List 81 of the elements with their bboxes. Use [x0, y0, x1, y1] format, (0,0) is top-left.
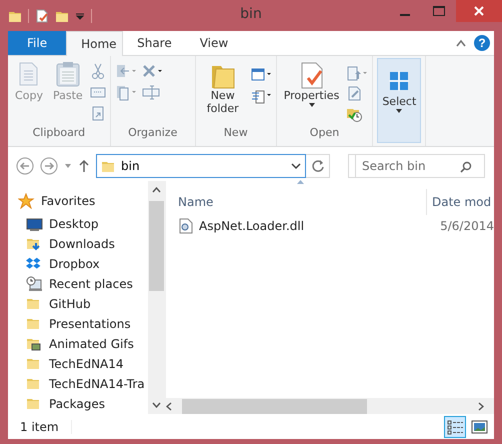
nav-item[interactable]: GitHub — [8, 294, 148, 314]
collapse-ribbon-icon[interactable] — [456, 39, 466, 47]
edit-icon — [346, 85, 362, 102]
group-label: Open — [310, 126, 340, 139]
ribbon-button[interactable]: Select — [377, 58, 422, 143]
close-button[interactable] — [456, 0, 502, 22]
nav-item[interactable]: Desktop — [8, 214, 148, 234]
delete-icon — [140, 62, 163, 80]
paste-shortcut-button[interactable] — [90, 104, 106, 122]
star-icon — [18, 193, 35, 209]
up-arrow-icon — [78, 159, 90, 173]
recent-places-icon — [26, 276, 43, 292]
move-to-button[interactable] — [114, 62, 137, 80]
ribbon-tab[interactable]: Share — [123, 31, 186, 55]
view-toggle-button[interactable] — [444, 416, 466, 438]
ribbon-tab[interactable]: View — [186, 31, 242, 55]
vertical-scrollbar[interactable] — [148, 181, 165, 414]
nav-item[interactable]: Downloads — [8, 234, 148, 254]
large-icons-view-icon — [470, 419, 488, 435]
search-field[interactable]: Search bin — [355, 154, 485, 178]
group-label: Organize — [128, 126, 178, 139]
ribbon-button[interactable]: Properties — [280, 59, 342, 123]
properties-icon[interactable] — [35, 8, 49, 22]
sort-ascending-icon — [296, 179, 305, 184]
refresh-button[interactable] — [306, 154, 330, 178]
ribbon-tab[interactable]: Home — [66, 31, 124, 56]
address-field[interactable]: bin — [96, 154, 306, 178]
forward-button[interactable] — [40, 157, 58, 175]
favorites-header[interactable]: Favorites — [8, 188, 148, 214]
minimize-icon — [400, 14, 410, 16]
file-row[interactable]: AspNet.Loader.dll 5/6/2014 — [166, 215, 494, 237]
customize-dropdown-icon[interactable] — [75, 10, 85, 20]
chevron-down-icon — [152, 402, 161, 408]
up-button[interactable] — [78, 159, 90, 173]
nav-item[interactable]: Packages — [8, 394, 148, 414]
folder-icon — [101, 159, 115, 173]
copy-to-icon — [114, 84, 137, 100]
nav-item[interactable]: Recent places — [8, 274, 148, 294]
scrollbar-thumb[interactable] — [149, 201, 164, 291]
ribbon-button[interactable]: New folder — [200, 59, 246, 123]
column-header[interactable]: Name — [166, 189, 426, 215]
dll-file-icon — [179, 218, 193, 234]
close-icon — [474, 6, 484, 16]
group-label: New — [224, 126, 248, 139]
nav-item[interactable]: TechEdNA14 — [8, 354, 148, 374]
file-menu-tab[interactable]: File — [8, 31, 66, 55]
nav-item[interactable]: TechEdNA14-Tra — [8, 374, 148, 394]
chevron-right-icon — [478, 402, 484, 410]
nav-item[interactable]: Animated Gifs — [8, 334, 148, 354]
search-icon — [460, 161, 472, 173]
dropdown-caret-icon — [64, 163, 72, 169]
chevron-up-icon — [152, 187, 161, 193]
back-button[interactable] — [16, 157, 34, 175]
nav-item[interactable]: Dropbox — [8, 254, 148, 274]
open-button[interactable] — [346, 65, 368, 82]
scrollbar-thumb[interactable] — [182, 398, 367, 414]
new-item-icon — [250, 66, 272, 82]
paste-shortcut-icon — [90, 104, 106, 122]
scissors-button[interactable] — [90, 62, 106, 80]
refresh-icon — [310, 159, 324, 173]
maximize-icon — [433, 6, 445, 16]
chevron-left-icon — [166, 402, 172, 410]
monitor-icon — [26, 216, 43, 232]
open-icon — [346, 65, 368, 82]
details-view-icon — [446, 419, 464, 435]
recent-locations-button[interactable] — [64, 163, 72, 169]
copy-to-button[interactable] — [114, 83, 137, 101]
item-count: 1 item — [20, 420, 72, 434]
window-title: bin — [240, 6, 262, 22]
file-name: AspNet.Loader.dll — [199, 219, 304, 233]
column-header[interactable]: Date mod — [426, 189, 494, 215]
chevron-down-icon — [291, 162, 301, 170]
pictures-folder-icon — [26, 336, 43, 352]
move-to-icon — [114, 62, 137, 80]
help-button[interactable]: ? — [474, 35, 490, 51]
file-date: 5/6/2014 — [439, 219, 494, 233]
paste-icon — [54, 61, 82, 89]
group-label: Clipboard — [32, 126, 86, 139]
nav-item[interactable]: Presentations — [8, 314, 148, 334]
scissors-icon — [90, 62, 106, 80]
horizontal-scrollbar[interactable] — [166, 398, 494, 414]
